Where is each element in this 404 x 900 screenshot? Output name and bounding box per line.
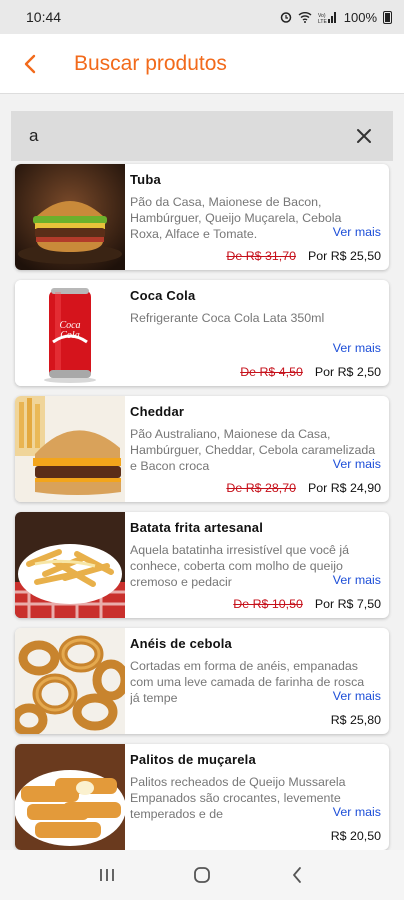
product-card[interactable]: Anéis de cebola Cortadas em forma de ané…	[15, 628, 389, 734]
product-prices: De R$ 31,70 Por R$ 25,50	[226, 249, 381, 263]
product-info: Tuba Pão da Casa, Maionese de Bacon, Ham…	[125, 164, 389, 270]
product-image-onion-rings	[15, 628, 125, 734]
product-prices: De R$ 28,70 Por R$ 24,90	[226, 481, 381, 495]
status-time: 10:44	[26, 9, 62, 25]
svg-text:LTE: LTE	[318, 19, 327, 23]
product-prices: De R$ 4,50 Por R$ 2,50	[240, 365, 381, 379]
chevron-left-icon	[24, 54, 36, 73]
old-price: De R$ 31,70	[226, 249, 296, 263]
product-card[interactable]: Coca Cola Coca Cola Refrigerante Coca Co…	[15, 280, 389, 386]
system-nav-bar	[0, 850, 404, 900]
search-bar	[11, 111, 393, 161]
status-icons: Vo) LTE 100%	[280, 10, 392, 25]
see-more-link[interactable]: Ver mais	[328, 341, 381, 355]
product-image-mozzarella-sticks	[15, 744, 125, 850]
battery-icon	[383, 10, 392, 24]
clear-search-button[interactable]	[349, 121, 379, 151]
product-prices: R$ 20,50	[331, 829, 381, 843]
product-name: Cheddar	[130, 404, 185, 419]
status-bar: 10:44 Vo) LTE 100%	[0, 0, 404, 34]
svg-text:Cola: Cola	[60, 330, 79, 341]
battery-label: 100%	[343, 9, 377, 25]
product-prices: R$ 25,80	[331, 713, 381, 727]
see-more-link[interactable]: Ver mais	[328, 805, 381, 819]
current-price: R$ 25,80	[330, 713, 381, 727]
product-card[interactable]: Batata frita artesanal Aquela batatinha …	[15, 512, 389, 618]
system-back-button[interactable]	[277, 855, 317, 895]
home-button[interactable]	[182, 855, 222, 895]
product-info: Palitos de muçarela Palitos recheados de…	[125, 744, 389, 850]
search-input[interactable]	[29, 126, 349, 146]
back-button[interactable]	[0, 34, 60, 94]
alarm-icon	[280, 12, 291, 23]
home-icon	[194, 867, 210, 883]
signal-icon: Vo)LTE	[318, 12, 336, 23]
product-name: Batata frita artesanal	[130, 520, 264, 535]
wifi-icon	[298, 12, 312, 23]
see-more-link[interactable]: Ver mais	[328, 225, 381, 239]
product-image-coke-can: Coca Cola	[15, 280, 125, 386]
page-title: Buscar produtos	[74, 51, 227, 75]
current-price: Por R$ 24,90	[307, 481, 381, 495]
product-info: Cheddar Pão Australiano, Maionese da Cas…	[125, 396, 389, 502]
product-name: Anéis de cebola	[130, 636, 232, 651]
see-more-link[interactable]: Ver mais	[328, 457, 381, 471]
recent-apps-button[interactable]	[87, 855, 127, 895]
old-price: De R$ 4,50	[240, 365, 303, 379]
chevron-left-icon	[292, 867, 301, 883]
see-more-link[interactable]: Ver mais	[328, 689, 381, 703]
product-info: Batata frita artesanal Aquela batatinha …	[125, 512, 389, 618]
current-price: Por R$ 25,50	[307, 249, 381, 263]
see-more-link[interactable]: Ver mais	[328, 573, 381, 587]
current-price: Por R$ 7,50	[314, 597, 381, 611]
product-image-cheddar-burger	[15, 396, 125, 502]
current-price: R$ 20,50	[330, 829, 381, 843]
old-price: De R$ 10,50	[233, 597, 303, 611]
product-prices: De R$ 10,50 Por R$ 7,50	[233, 597, 381, 611]
product-card[interactable]: Cheddar Pão Australiano, Maionese da Cas…	[15, 396, 389, 502]
product-info: Coca Cola Refrigerante Coca Cola Lata 35…	[125, 280, 389, 386]
search-area	[0, 94, 404, 161]
product-card[interactable]: Palitos de muçarela Palitos recheados de…	[15, 744, 389, 850]
recent-apps-icon	[100, 869, 115, 881]
close-icon	[357, 129, 371, 143]
product-name: Tuba	[130, 172, 161, 187]
product-list: Tuba Pão da Casa, Maionese de Bacon, Ham…	[15, 164, 389, 860]
app-bar: Buscar produtos	[0, 34, 404, 94]
product-info: Anéis de cebola Cortadas em forma de ané…	[125, 628, 389, 734]
product-image-burger	[15, 164, 125, 270]
product-card[interactable]: Tuba Pão da Casa, Maionese de Bacon, Ham…	[15, 164, 389, 270]
product-image-fries	[15, 512, 125, 618]
product-name: Coca Cola	[130, 288, 196, 303]
old-price: De R$ 28,70	[226, 481, 296, 495]
current-price: Por R$ 2,50	[314, 365, 381, 379]
product-name: Palitos de muçarela	[130, 752, 256, 767]
